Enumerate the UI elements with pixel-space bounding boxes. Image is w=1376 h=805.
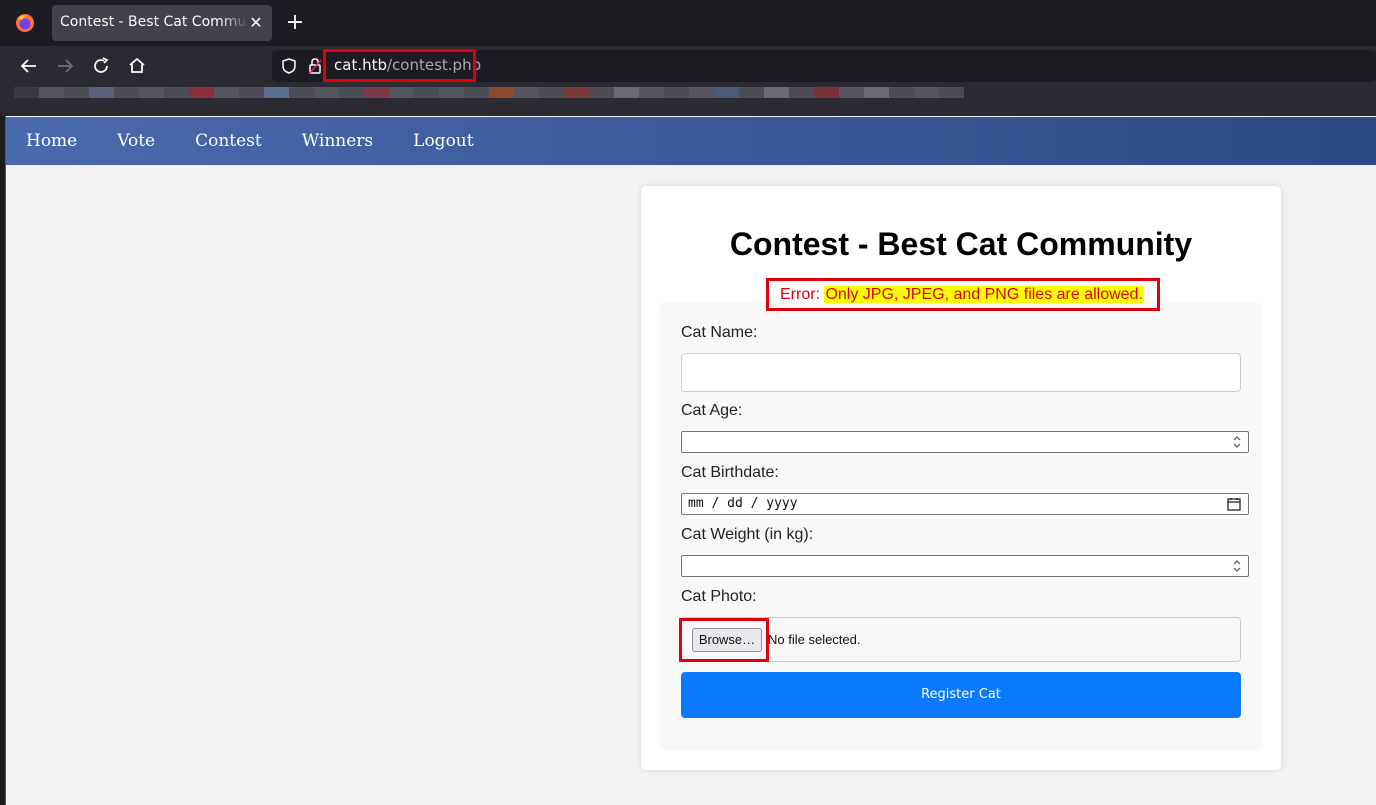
reload-icon[interactable] [89,54,113,78]
error-prefix: Error: [780,286,825,303]
browse-highlight-box [679,618,769,662]
contest-card: Contest - Best Cat Community Cat Name: C… [641,186,1281,770]
cat-weight-label: Cat Weight (in kg): [681,526,814,543]
firefox-icon[interactable] [14,12,36,34]
browser-tab-bar: Contest - Best Cat Community ✕ + [0,0,1376,46]
page-content: Home Vote Contest Winners Logout Contest… [5,116,1376,805]
insecure-lock-icon[interactable] [308,57,322,75]
close-tab-icon[interactable]: ✕ [246,13,266,33]
register-cat-form: Cat Name: Cat Age: Cat Birthdate: mm / d… [661,304,1261,748]
site-nav: Home Vote Contest Winners Logout [6,117,1376,165]
home-icon[interactable] [125,54,149,78]
no-file-text: No file selected. [768,632,861,647]
new-tab-button[interactable]: + [284,12,306,34]
error-message: Error: Only JPG, JPEG, and PNG files are… [766,278,1160,311]
error-text: Only JPG, JPEG, and PNG files are allowe… [824,286,1144,303]
tracking-protection-shield-icon[interactable] [280,57,298,75]
back-icon[interactable] [17,54,41,78]
cat-name-label: Cat Name: [681,324,758,341]
page-title: Contest - Best Cat Community [729,226,1193,262]
cat-birthdate-label: Cat Birthdate: [681,464,779,481]
tab-contest[interactable]: Contest - Best Cat Community ✕ [52,5,272,41]
tab-title: Contest - Best Cat Community [60,14,248,30]
nav-logout-link[interactable]: Logout [413,131,473,151]
nav-vote-link[interactable]: Vote [117,131,155,151]
nav-home-link[interactable]: Home [26,131,77,151]
date-placeholder: mm / dd / yyyy [688,496,798,511]
cat-photo-label: Cat Photo: [681,588,757,605]
number-spinner-icon[interactable] [1230,434,1244,450]
url-highlight-box [323,49,476,82]
nav-winners-link[interactable]: Winners [302,131,373,151]
calendar-icon[interactable] [1227,497,1241,511]
cat-birthdate-input[interactable]: mm / dd / yyyy [681,493,1249,515]
cat-age-input[interactable] [681,431,1249,453]
nav-contest-link[interactable]: Contest [195,131,262,151]
cat-age-label: Cat Age: [681,402,743,419]
number-spinner-icon[interactable] [1230,558,1244,574]
forward-icon[interactable] [53,54,77,78]
register-cat-button[interactable]: Register Cat [681,672,1241,718]
cat-name-input[interactable] [681,353,1241,392]
cat-weight-input[interactable] [681,555,1249,577]
pixelated-bookmarks [14,87,964,109]
